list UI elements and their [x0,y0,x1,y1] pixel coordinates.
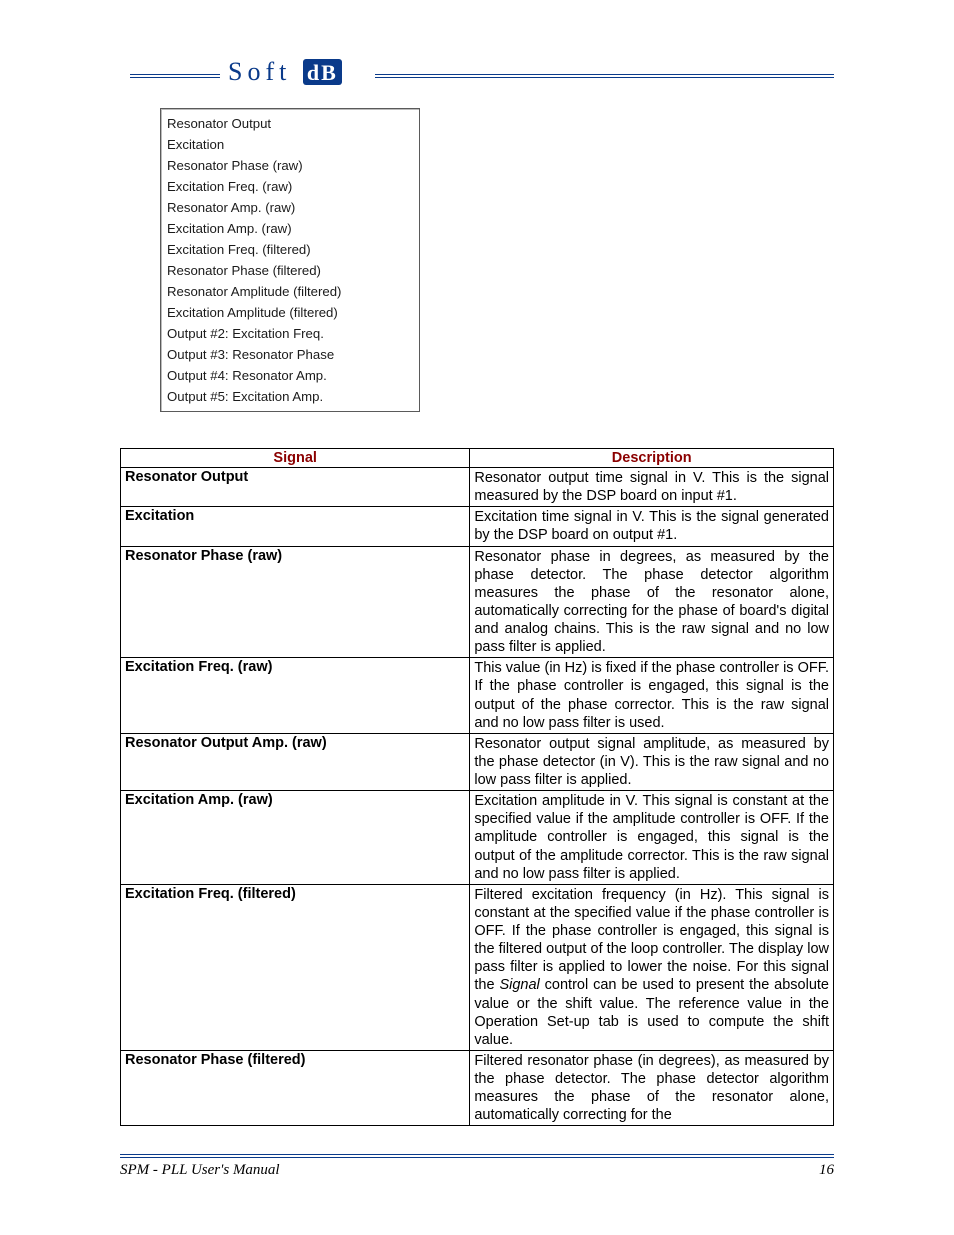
table-row: Excitation Excitation time signal in V. … [121,507,834,546]
list-item[interactable]: Excitation Amp. (raw) [167,218,413,239]
list-item[interactable]: Excitation Amplitude (filtered) [167,302,413,323]
list-item[interactable]: Output #5: Excitation Amp. [167,386,413,407]
cell-desc: Filtered excitation frequency (in Hz). T… [470,884,834,1050]
table-row: Resonator Phase (filtered) Filtered reso… [121,1050,834,1126]
logo-text-left: Soft [228,57,291,86]
signal-listbox[interactable]: Resonator Output Excitation Resonator Ph… [160,108,420,412]
cell-signal: Resonator Phase (filtered) [121,1050,470,1126]
header-signal: Signal [121,449,470,468]
footer-title: SPM - PLL User's Manual [120,1162,280,1179]
header-rule: Soft dB [120,60,834,90]
list-item[interactable]: Excitation [167,134,413,155]
list-item[interactable]: Output #3: Resonator Phase [167,344,413,365]
signal-description-table: Signal Description Resonator Output Reso… [120,448,834,1126]
list-item[interactable]: Resonator Amplitude (filtered) [167,281,413,302]
list-item[interactable]: Resonator Phase (filtered) [167,260,413,281]
cell-signal: Excitation Amp. (raw) [121,791,470,885]
cell-signal: Resonator Phase (raw) [121,546,470,658]
table-row: Resonator Output Amp. (raw) Resonator ou… [121,733,834,790]
rule-right [375,74,834,78]
list-item[interactable]: Output #4: Resonator Amp. [167,365,413,386]
table-header-row: Signal Description [121,449,834,468]
rule-left [130,74,220,78]
cell-signal: Resonator Output Amp. (raw) [121,733,470,790]
list-item[interactable]: Resonator Phase (raw) [167,155,413,176]
cell-desc: Excitation amplitude in V. This signal i… [470,791,834,885]
cell-signal: Excitation [121,507,470,546]
table-row: Resonator Output Resonator output time s… [121,468,834,507]
logo-text-right: dB [303,59,342,85]
footer-page: 16 [819,1162,834,1179]
table-row: Resonator Phase (raw) Resonator phase in… [121,546,834,658]
table-row: Excitation Freq. (filtered) Filtered exc… [121,884,834,1050]
cell-desc: Resonator output signal amplitude, as me… [470,733,834,790]
logo: Soft dB [228,57,342,87]
list-item[interactable]: Excitation Freq. (filtered) [167,239,413,260]
cell-desc: Filtered resonator phase (in degrees), a… [470,1050,834,1126]
page-footer: SPM - PLL User's Manual 16 [120,1154,834,1179]
cell-signal: Excitation Freq. (filtered) [121,884,470,1050]
cell-desc: This value (in Hz) is fixed if the phase… [470,658,834,734]
header-description: Description [470,449,834,468]
table-row: Excitation Amp. (raw) Excitation amplitu… [121,791,834,885]
table-row: Excitation Freq. (raw) This value (in Hz… [121,658,834,734]
cell-desc: Resonator phase in degrees, as measured … [470,546,834,658]
list-item[interactable]: Resonator Output [167,113,413,134]
footer-rule [120,1154,834,1158]
cell-desc: Resonator output time signal in V. This … [470,468,834,507]
cell-signal: Excitation Freq. (raw) [121,658,470,734]
list-item[interactable]: Resonator Amp. (raw) [167,197,413,218]
cell-desc: Excitation time signal in V. This is the… [470,507,834,546]
list-item[interactable]: Excitation Freq. (raw) [167,176,413,197]
list-item[interactable]: Output #2: Excitation Freq. [167,323,413,344]
cell-signal: Resonator Output [121,468,470,507]
